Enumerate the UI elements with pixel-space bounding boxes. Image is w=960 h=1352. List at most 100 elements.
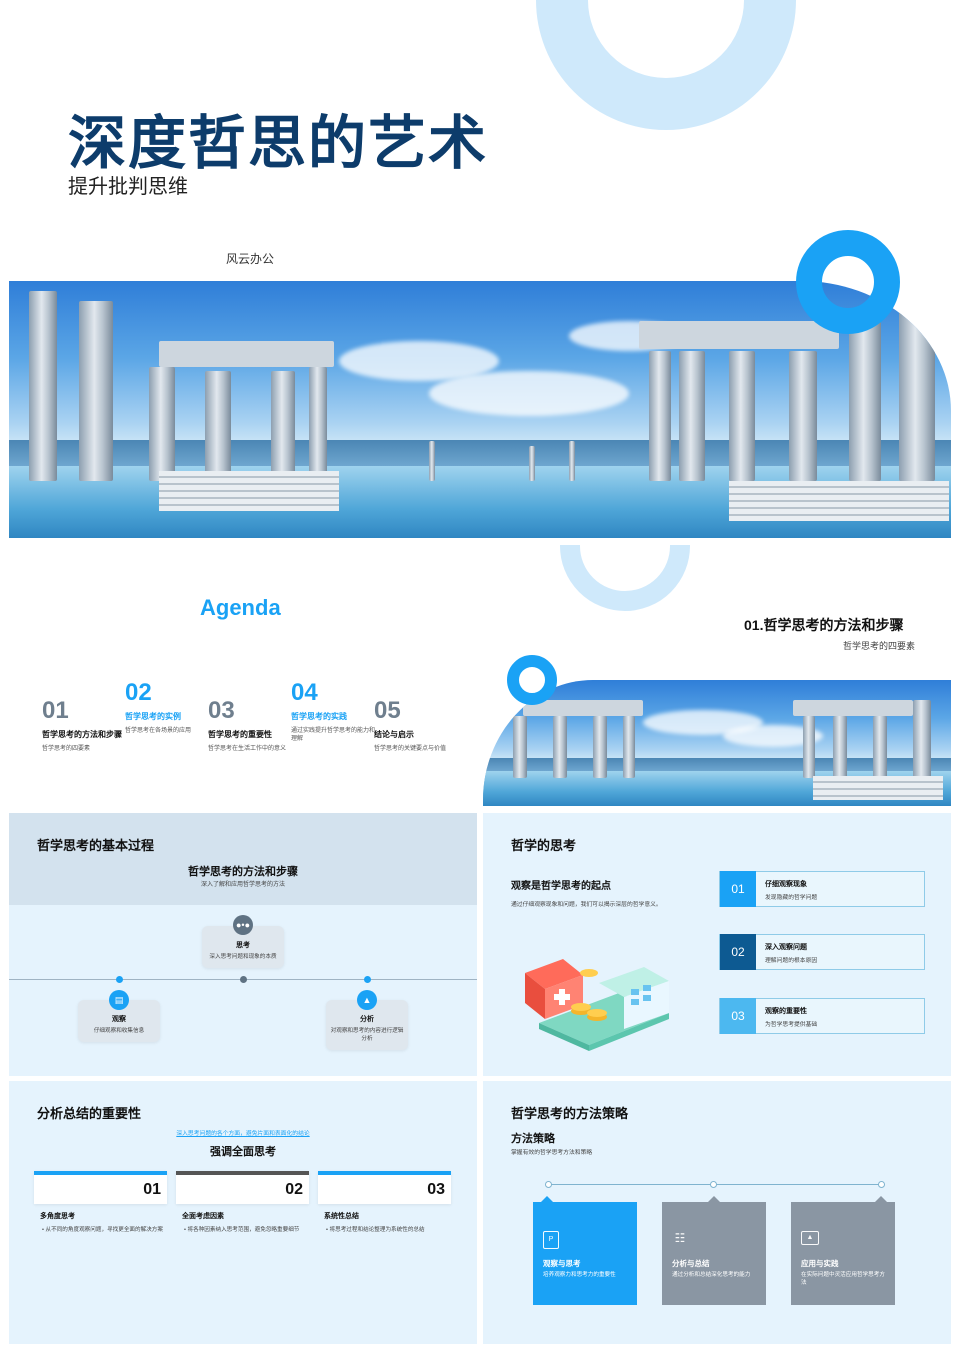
timeline-dot — [240, 976, 247, 983]
agenda-title: Agenda — [200, 595, 281, 620]
agenda-item-heading: 哲学思考的重要性 — [208, 730, 272, 739]
card-number: 01 — [143, 1181, 161, 1198]
slide-title: 分析总结的重要性 — [37, 1106, 142, 1121]
section-desc: 通过仔细观察现象和问题，我们可以揭示深层的哲学意义。 — [511, 902, 662, 908]
card-heading: 观察与思考 — [543, 1259, 581, 1268]
agenda-item: 05 结论与启示 哲学思考的关键要点与价值 — [374, 699, 460, 753]
step-heading: 观察 — [112, 1016, 126, 1023]
strategy-heading: 方法策略 — [511, 1133, 555, 1145]
process-slide: 哲学思考的基本过程 哲学思考的方法和步骤 深入了解和应用哲学思考的方法 思考 深… — [9, 813, 477, 1076]
row-number: 03 — [720, 998, 756, 1034]
observe-row-1: 01 仔细观察现象 发现隐藏的哲学问题 — [719, 871, 925, 907]
agenda-item: 04 哲学思考的实践 通过实践提升哲学思考的能力和理解 — [291, 681, 377, 743]
decor-ring-blue — [507, 655, 557, 705]
timeline-dot — [116, 976, 123, 983]
summary-card-3: 03 — [318, 1171, 451, 1204]
row-desc: 发现隐藏的哲学问题 — [765, 895, 818, 901]
slide-title: 哲学思考的基本过程 — [37, 838, 155, 853]
strategy-desc: 掌握有效的哲学思考方法和策略 — [511, 1150, 593, 1156]
colonnade-photo — [483, 680, 951, 806]
step-heading: 思考 — [236, 942, 250, 949]
section-heading: 观察是哲学思考的起点 — [511, 881, 611, 892]
header-band — [9, 813, 477, 905]
row-heading: 仔细观察现象 — [765, 881, 807, 888]
agenda-item-heading: 哲学思考的实例 — [125, 712, 181, 721]
agenda-slide: Agenda 01 哲学思考的方法和步骤 哲学思考的四要素 02 哲学思考的实例… — [0, 545, 960, 810]
card-desc: • 从不同的角度观察问题，寻找更全面的解决方案 — [42, 1227, 163, 1233]
chat-icon: ●•● — [233, 915, 253, 935]
agenda-item-heading: 结论与启示 — [374, 730, 414, 739]
decor-ring-blue — [796, 230, 900, 334]
agenda-item-number: 03 — [208, 697, 235, 724]
card-number: 02 — [285, 1181, 303, 1198]
agenda-item: 03 哲学思考的重要性 哲学思考在生活工作中的意义 — [208, 699, 294, 753]
row-number: 01 — [720, 871, 756, 907]
card-desc: 在实际问题中灵活应用哲学思考方法 — [801, 1272, 885, 1286]
card-desc: 培养观察力和思考力的重要性 — [543, 1272, 616, 1278]
agenda-item-desc: 通过实践提升哲学思考的能力和理解 — [291, 728, 376, 743]
agenda-item-desc: 哲学思考的关键要点与价值 — [374, 746, 447, 752]
document-icon: P — [543, 1231, 559, 1249]
card-heading: 应用与实践 — [801, 1259, 839, 1268]
section-subtitle: 哲学思考的四要素 — [843, 641, 916, 651]
agenda-item-number: 02 — [125, 679, 152, 706]
agenda-item-desc: 哲学思考在生活工作中的意义 — [208, 746, 287, 752]
agenda-item-number: 04 — [291, 679, 318, 706]
agenda-item-desc: 哲学思考在各场景的应用 — [125, 728, 192, 734]
slide-title: 哲学思考的方法策略 — [511, 1106, 629, 1121]
center-title: 哲学思考的方法和步骤 — [188, 866, 298, 878]
agenda-item: 01 哲学思考的方法和步骤 哲学思考的四要素 — [42, 699, 128, 753]
strategy-card-1: P 观察与思考 培养观察力和思考力的重要性 — [533, 1196, 637, 1305]
step-desc: 深入思考问题和现象的本质 — [209, 954, 277, 960]
card-number: 03 — [427, 1181, 445, 1198]
observe-row-2: 02 深入观察问题 理解问题的根本原因 — [719, 934, 925, 970]
card-heading: 系统性总结 — [324, 1213, 359, 1220]
image-icon: ▲ — [801, 1231, 819, 1245]
decor-ring — [536, 0, 796, 130]
strategy-card-3: ▲ 应用与实践 在实际问题中灵活应用哲学思考方法 — [791, 1196, 895, 1305]
card-desc: • 将思考过程和结论整理为系统性的总结 — [326, 1227, 425, 1233]
medkit-calculator-illustration — [525, 959, 669, 1051]
colonnade-photo — [9, 281, 951, 538]
row-heading: 观察的重要性 — [765, 1008, 807, 1015]
strategy-card-2: ☷ 分析与总结 通过分析和总结深化思考的能力 — [662, 1196, 766, 1305]
thinking-slide: 哲学的思考 观察是哲学思考的起点 通过仔细观察现象和问题，我们可以揭示深层的哲学… — [483, 813, 951, 1076]
center-subtitle: 深入了解和应用哲学思考的方法 — [200, 882, 285, 888]
hero-title: 深度哲思的艺术 — [68, 111, 489, 176]
agenda-item-heading: 哲学思考的实践 — [291, 712, 347, 721]
observe-row-3: 03 观察的重要性 为哲学思考提供基础 — [719, 998, 925, 1034]
section-title: 01.哲学思考的方法和步骤 — [744, 617, 904, 633]
agenda-item-number: 01 — [42, 697, 69, 724]
card-heading: 全面考虑因素 — [182, 1213, 224, 1220]
step-heading: 分析 — [360, 1016, 374, 1023]
row-desc: 为哲学思考提供基础 — [765, 1022, 818, 1028]
row-desc: 理解问题的根本原因 — [765, 958, 818, 964]
row-number: 02 — [720, 934, 756, 970]
summary-heading: 强调全面思考 — [210, 1146, 276, 1158]
step-desc: 仔细观察和收集信息 — [93, 1028, 145, 1034]
brand-label: 风云办公 — [226, 252, 275, 266]
card-desc: 通过分析和总结深化思考的能力 — [672, 1272, 751, 1278]
summary-link[interactable]: 深入思考问题的各个方面，避免片面和表面化的结论 — [9, 1128, 477, 1137]
title-slide: 深度哲思的艺术 提升批判思维 风云办公 — [0, 0, 960, 545]
hero-subtitle: 提升批判思维 — [68, 176, 188, 198]
summary-card-1: 01 — [34, 1171, 167, 1204]
card-heading: 多角度思考 — [40, 1213, 75, 1220]
strategy-slide: 哲学思考的方法策略 方法策略 掌握有效的哲学思考方法和策略 P 观察与思考 培养… — [483, 1081, 951, 1344]
row-heading: 深入观察问题 — [765, 944, 807, 951]
flowchart-icon: ☷ — [674, 1231, 686, 1245]
agenda-item-heading: 哲学思考的方法和步骤 — [42, 730, 122, 739]
image-icon: ▲ — [357, 990, 377, 1010]
decor-ring — [560, 545, 690, 611]
agenda-item: 02 哲学思考的实例 哲学思考在各场景的应用 — [125, 681, 211, 735]
agenda-item-desc: 哲学思考的四要素 — [42, 746, 91, 752]
timeline-dot — [545, 1181, 552, 1188]
step-desc: 对观察和思考的内容进行逻辑分析 — [330, 1028, 404, 1042]
timeline-dot — [364, 976, 371, 983]
timeline-dot — [710, 1181, 717, 1188]
summary-slide: 分析总结的重要性 深入思考问题的各个方面，避免片面和表面化的结论 强调全面思考 … — [9, 1081, 477, 1344]
summary-card-2: 02 — [176, 1171, 309, 1204]
agenda-item-number: 05 — [374, 697, 401, 724]
card-desc: • 将各种因素纳入思考范围，避免忽略重要细节 — [184, 1227, 300, 1233]
card-heading: 分析与总结 — [672, 1259, 710, 1268]
